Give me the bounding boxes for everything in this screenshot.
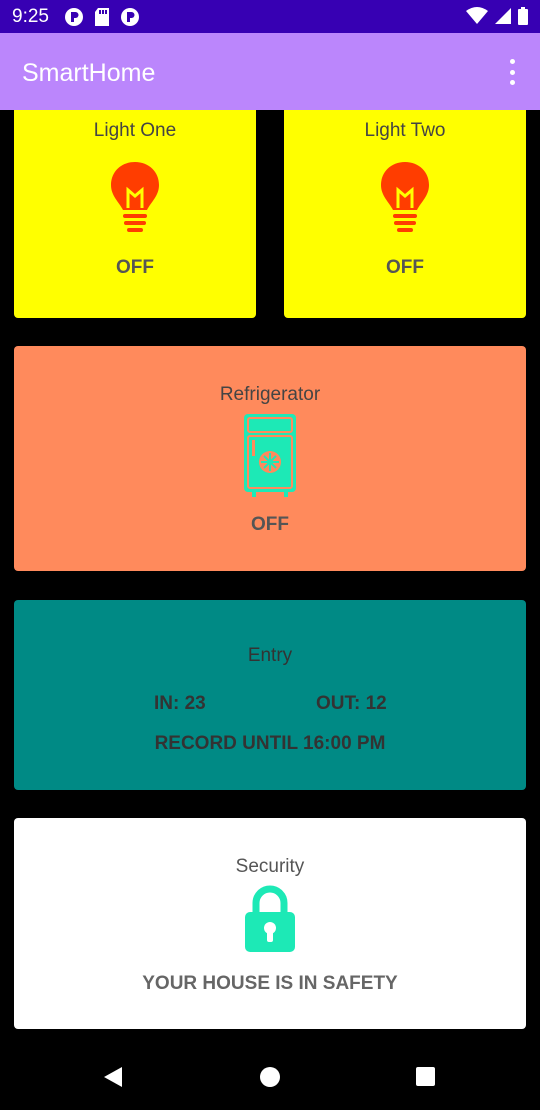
battery-icon	[518, 7, 528, 25]
lock-icon	[245, 885, 295, 952]
status-system-icons	[466, 7, 528, 25]
entry-in-count: IN: 23	[154, 693, 206, 714]
status-bar: 9:25	[0, 0, 540, 33]
signal-icon	[495, 8, 511, 24]
app-title: SmartHome	[22, 59, 156, 87]
p-badge-icon	[121, 8, 139, 26]
light-one-state: OFF	[116, 257, 154, 278]
light-two-title: Light Two	[364, 120, 446, 141]
status-notification-icons	[64, 7, 140, 27]
p-badge-icon	[65, 8, 83, 26]
refrigerator-title: Refrigerator	[219, 384, 321, 405]
light-one-card[interactable]: Light One OFF	[14, 110, 256, 318]
refrigerator-card[interactable]: Refrigerator OFF	[14, 346, 526, 571]
light-two-card[interactable]: Light Two OFF	[284, 110, 526, 318]
entry-out-count: OUT: 12	[316, 693, 387, 714]
app-bar: SmartHome	[0, 33, 540, 110]
home-icon[interactable]	[260, 1067, 280, 1087]
lightbulb-icon	[111, 162, 159, 232]
recents-icon[interactable]	[416, 1067, 435, 1086]
security-title: Security	[235, 856, 305, 877]
security-card[interactable]: Security YOUR HOUSE IS IN SAFETY	[14, 818, 526, 1029]
wifi-icon	[466, 7, 488, 24]
entry-record-time: RECORD UNTIL 16:00 PM	[154, 733, 386, 754]
entry-title: Entry	[247, 645, 293, 666]
refrigerator-state: OFF	[251, 514, 289, 535]
light-one-title: Light One	[93, 120, 177, 141]
entry-card[interactable]: Entry IN: 23 OUT: 12 RECORD UNTIL 16:00 …	[14, 600, 526, 790]
status-time: 9:25	[12, 6, 49, 27]
refrigerator-icon	[244, 414, 296, 497]
overflow-menu-icon[interactable]	[502, 59, 522, 85]
sd-card-icon	[95, 8, 109, 26]
security-message: YOUR HOUSE IS IN SAFETY	[142, 973, 398, 994]
navigation-bar	[0, 1040, 540, 1110]
back-icon[interactable]	[103, 1066, 123, 1088]
light-two-state: OFF	[386, 257, 424, 278]
lightbulb-icon	[381, 162, 429, 232]
